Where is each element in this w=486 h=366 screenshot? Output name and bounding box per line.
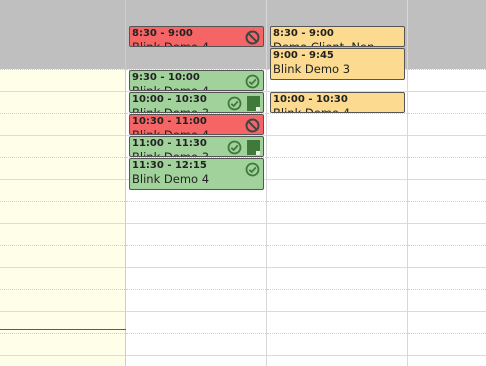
grid-line xyxy=(126,245,266,247)
grid-line xyxy=(0,355,125,357)
time-column xyxy=(0,0,126,366)
grid-line xyxy=(267,201,407,203)
grid-line xyxy=(267,179,407,181)
grid-line xyxy=(0,179,125,181)
grid-line xyxy=(408,157,486,159)
day-column-2: 8:30 - 9:00Demo Client, Non Registered9:… xyxy=(267,0,408,366)
grid-line xyxy=(408,135,486,137)
grid-line xyxy=(126,289,266,291)
cancel-icon xyxy=(244,117,261,134)
appointment-time: 10:30 - 11:00 xyxy=(132,116,207,127)
appointment-cancelled[interactable]: 8:30 - 9:00 Blink Demo 4 xyxy=(129,26,264,47)
check-circle-icon xyxy=(226,95,243,112)
column-header xyxy=(0,0,125,69)
calendar-grid: 8:30 - 9:00 Blink Demo 4 9:30 - 10:00 Blink… xyxy=(0,0,486,366)
grid-line xyxy=(267,267,407,269)
appointment-title: Blink Demo 4 xyxy=(132,40,210,47)
grid-line xyxy=(0,311,125,313)
grid-line xyxy=(267,223,407,225)
grid-line xyxy=(0,157,125,159)
grid-line xyxy=(267,355,407,357)
grid-line xyxy=(126,267,266,269)
appointment-confirmed[interactable]: 10:00 - 10:30 Blink Demo 3 xyxy=(129,92,264,113)
appointment-time: 10:00 - 10:30 xyxy=(273,94,348,105)
grid-line xyxy=(0,245,125,247)
appointment-cancelled[interactable]: 10:30 - 11:00 Blink Demo 4 xyxy=(129,114,264,135)
appointment-time: 8:30 - 9:00 xyxy=(273,28,334,39)
grid-line xyxy=(0,267,125,269)
grid-line xyxy=(408,113,486,115)
appointment-time: 10:00 - 10:30 xyxy=(132,94,207,105)
column-header xyxy=(408,0,486,69)
appointment-title: Blink Demo 4 xyxy=(132,84,210,91)
appointment-confirmed[interactable]: 11:00 - 11:30 Blink Demo 3 xyxy=(129,136,264,157)
day-column-3 xyxy=(408,0,486,366)
grid-line xyxy=(408,333,486,335)
check-circle-icon xyxy=(244,73,261,90)
grid-line xyxy=(408,223,486,225)
grid-line xyxy=(408,91,486,93)
day-column-1: 8:30 - 9:00 Blink Demo 4 9:30 - 10:00 Blink… xyxy=(126,0,267,366)
appointment-pending[interactable]: 10:00 - 10:30 Blink Demo 4 xyxy=(270,92,405,113)
grid-line xyxy=(408,355,486,357)
appointment-confirmed[interactable]: 11:30 - 12:15 Blink Demo 4 xyxy=(129,158,264,190)
grid-line xyxy=(267,311,407,313)
grid-line xyxy=(408,245,486,247)
cancel-icon xyxy=(244,29,261,46)
note-icon[interactable] xyxy=(245,139,262,156)
appointment-pending[interactable]: 9:00 - 9:45 Blink Demo 3 xyxy=(270,48,405,80)
grid-line xyxy=(408,289,486,291)
check-circle-icon xyxy=(226,139,243,156)
grid-line xyxy=(0,91,125,93)
grid-line xyxy=(126,201,266,203)
appointment-pending[interactable]: 8:30 - 9:00Demo Client, Non Registered xyxy=(270,26,405,47)
appointment-time: 9:30 - 10:00 xyxy=(132,72,200,83)
grid-line xyxy=(408,179,486,181)
appointment-title: Blink Demo 4 xyxy=(273,106,351,113)
appointment-time: 9:00 - 9:45 xyxy=(273,50,334,61)
grid-line xyxy=(126,311,266,313)
grid-line xyxy=(0,333,125,335)
grid-line xyxy=(267,135,407,137)
grid-line xyxy=(0,135,125,137)
grid-line xyxy=(408,267,486,269)
appointment-confirmed[interactable]: 9:30 - 10:00 Blink Demo 4 xyxy=(129,70,264,91)
appointment-time: 11:30 - 12:15 xyxy=(132,160,207,171)
grid-line xyxy=(408,201,486,203)
appointment-title: Blink Demo 4 xyxy=(132,172,210,186)
grid-line xyxy=(0,113,125,115)
grid-line xyxy=(0,289,125,291)
grid-line xyxy=(267,113,407,115)
grid-line xyxy=(408,69,486,71)
grid-line xyxy=(0,201,125,203)
grid-line xyxy=(126,333,266,335)
grid-line xyxy=(126,223,266,225)
grid-line xyxy=(0,223,125,225)
check-circle-icon xyxy=(244,161,261,178)
appointment-title: Blink Demo 3 xyxy=(273,62,351,76)
grid-line xyxy=(267,333,407,335)
grid-line xyxy=(267,245,407,247)
grid-line xyxy=(126,355,266,357)
grid-line xyxy=(0,69,125,71)
grid-line xyxy=(408,311,486,313)
appointment-title: Blink Demo 4 xyxy=(132,128,210,135)
appointment-title: Demo Client, Non Registered xyxy=(273,40,375,47)
appointment-time: 11:00 - 11:30 xyxy=(132,138,207,149)
appointment-time: 8:30 - 9:00 xyxy=(132,28,193,39)
current-time-line xyxy=(0,329,126,330)
grid-line xyxy=(267,289,407,291)
grid-line xyxy=(267,157,407,159)
note-icon[interactable] xyxy=(245,95,262,112)
